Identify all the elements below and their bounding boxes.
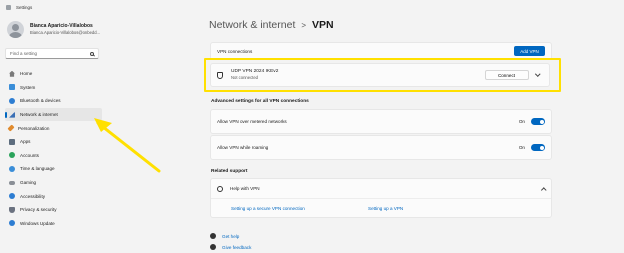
system-icon <box>9 84 15 91</box>
help-with-vpn-header[interactable]: Help with VPN <box>211 179 551 199</box>
clock-icon <box>9 165 15 172</box>
help-icon <box>210 233 216 239</box>
page-title: VPN <box>312 19 334 31</box>
sidebar-item-accessibility[interactable]: Accessibility <box>5 189 102 203</box>
sidebar-item-bluetooth[interactable]: Bluetooth & devices <box>5 94 102 108</box>
breadcrumb-parent[interactable]: Network & internet <box>209 19 295 31</box>
sidebar-nav: Home System Bluetooth & devices Network … <box>5 67 102 230</box>
give-feedback-link[interactable]: Give feedback <box>210 244 251 250</box>
accessibility-icon <box>9 193 15 200</box>
roaming-state: On <box>518 145 525 150</box>
sidebar: Bianca Aparicio-Villalobos Bianca.Aparic… <box>0 14 200 253</box>
title-bar: Settings <box>0 0 624 14</box>
sidebar-item-label: Personalization <box>18 125 50 131</box>
get-help-label: Get help <box>222 233 240 239</box>
sidebar-item-gaming[interactable]: Gaming <box>5 176 102 190</box>
sidebar-item-label: Time & language <box>20 166 55 172</box>
metered-state: On <box>518 119 525 124</box>
roaming-label: Allow VPN while roaming <box>217 145 269 150</box>
user-profile[interactable]: Bianca Aparicio-Villalobos Bianca.Aparic… <box>7 21 100 38</box>
sidebar-item-label: Bluetooth & devices <box>20 98 61 104</box>
shield-icon <box>9 206 15 213</box>
sidebar-item-personalization[interactable]: Personalization <box>5 121 102 135</box>
sidebar-item-label: Network & internet <box>20 112 58 118</box>
search-input[interactable]: Find a setting <box>5 48 99 59</box>
annotation-highlight-box <box>204 58 561 92</box>
sidebar-item-home[interactable]: Home <box>5 67 102 81</box>
help-card: Help with VPN Setting up a secure VPN co… <box>210 178 552 218</box>
sidebar-item-label: Privacy & security <box>20 207 57 213</box>
metered-label: Allow VPN over metered networks <box>217 119 287 124</box>
metered-toggle[interactable] <box>531 118 545 125</box>
sidebar-item-windows-update[interactable]: Windows Update <box>5 217 102 231</box>
sidebar-item-privacy[interactable]: Privacy & security <box>5 203 102 217</box>
gaming-icon <box>9 180 15 185</box>
sidebar-item-label: System <box>20 84 36 90</box>
user-email: Bianca.Aparicio-Villalobos@onbedd... <box>30 29 101 35</box>
settings-app-icon <box>6 4 11 10</box>
apps-icon <box>9 138 15 145</box>
roaming-toggle[interactable] <box>531 144 545 151</box>
sidebar-item-network[interactable]: Network & internet <box>5 107 102 122</box>
user-name: Bianca Aparicio-Villalobos <box>30 23 93 29</box>
sidebar-item-apps[interactable]: Apps <box>5 135 102 149</box>
main-content: Network & internet > VPN VPN connections… <box>200 14 624 253</box>
update-icon <box>9 220 15 227</box>
search-icon <box>90 51 94 56</box>
sidebar-item-label: Apps <box>20 139 31 145</box>
metered-setting-card: Allow VPN over metered networks On <box>210 109 552 134</box>
sidebar-item-label: Gaming <box>20 180 37 186</box>
search-placeholder: Find a setting <box>10 51 38 56</box>
roaming-setting-card: Allow VPN while roaming On <box>210 135 552 160</box>
give-feedback-label: Give feedback <box>222 244 252 250</box>
home-icon <box>9 70 15 77</box>
breadcrumb-separator: > <box>301 20 307 30</box>
sidebar-item-system[interactable]: System <box>5 81 102 95</box>
bluetooth-icon <box>9 97 15 104</box>
advanced-settings-title: Advanced settings for all VPN connection… <box>211 99 309 104</box>
avatar <box>7 21 24 38</box>
breadcrumb: Network & internet > VPN <box>209 19 334 31</box>
related-support-title: Related support <box>211 169 248 174</box>
sidebar-item-accounts[interactable]: Accounts <box>5 149 102 163</box>
secure-vpn-link[interactable]: Setting up a secure VPN connection <box>231 206 368 211</box>
accounts-icon <box>9 152 15 159</box>
get-help-link[interactable]: Get help <box>210 233 239 239</box>
chevron-up-icon <box>540 187 546 192</box>
sidebar-item-label: Accessibility <box>20 193 46 199</box>
window-title: Settings <box>16 4 33 10</box>
add-vpn-button[interactable]: Add VPN <box>514 46 545 56</box>
sidebar-item-time-language[interactable]: Time & language <box>5 162 102 176</box>
vpn-connections-label: VPN connections <box>217 48 253 54</box>
sidebar-item-label: Home <box>20 71 33 77</box>
sidebar-item-label: Accounts <box>20 152 39 158</box>
feedback-icon <box>210 244 216 250</box>
help-title: Help with VPN <box>230 186 260 191</box>
globe-icon <box>217 185 223 192</box>
brush-icon <box>7 124 15 132</box>
sidebar-item-label: Windows Update <box>20 220 55 226</box>
setup-vpn-link[interactable]: Setting up a VPN <box>368 206 403 211</box>
network-icon <box>9 111 15 118</box>
